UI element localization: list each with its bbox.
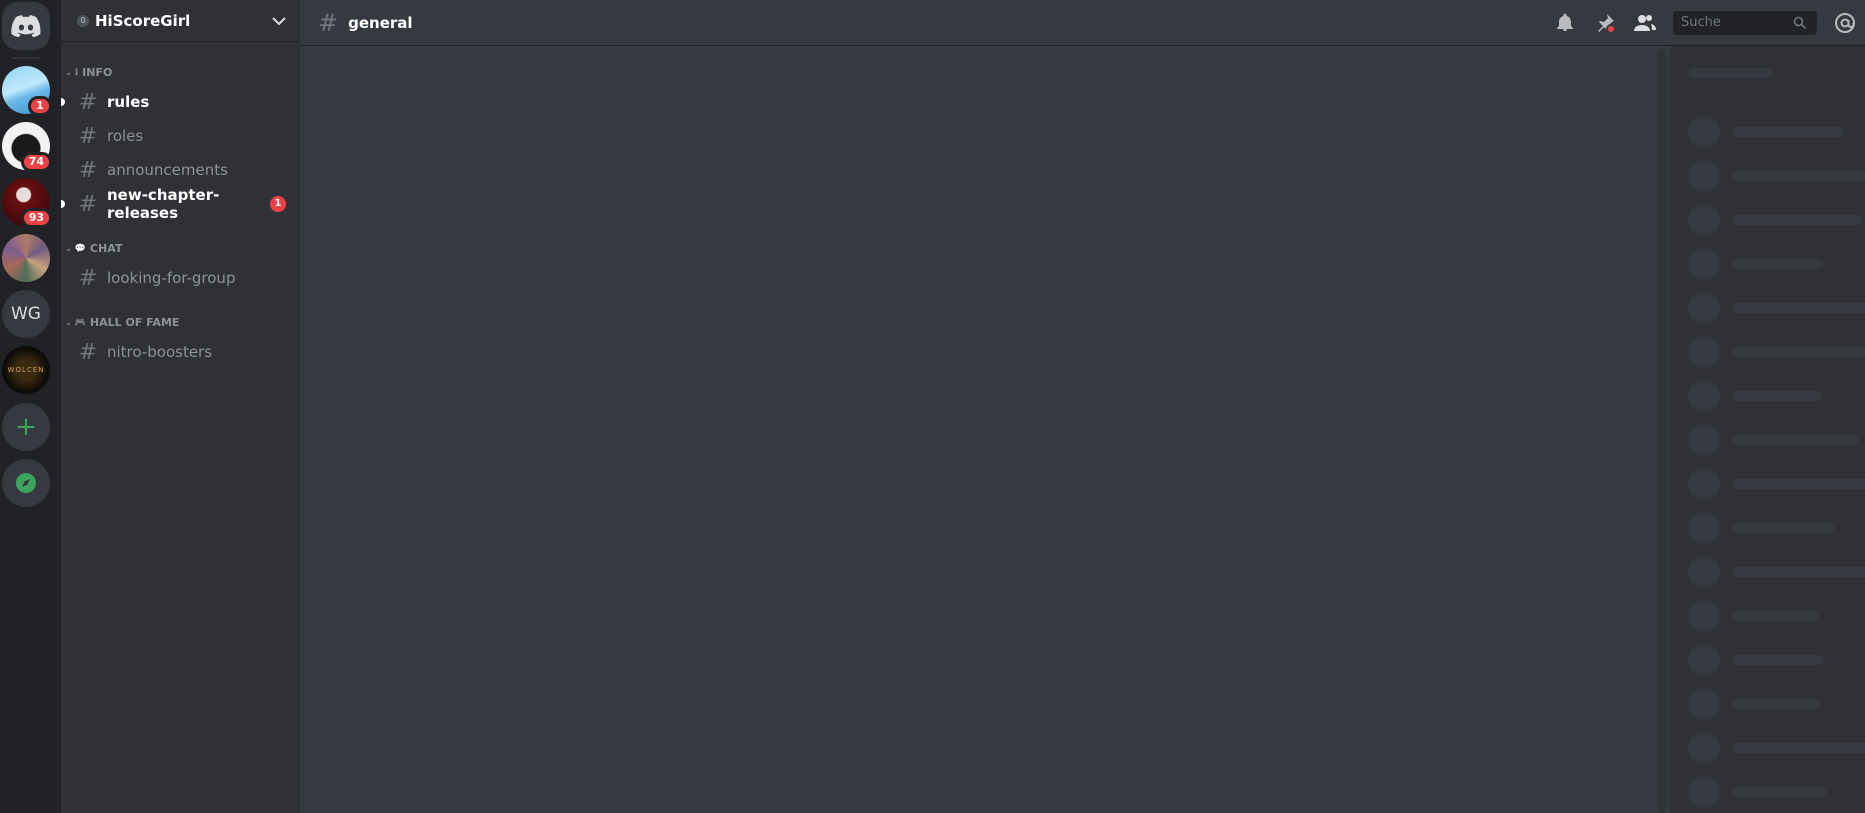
channel-name: nitro-boosters bbox=[107, 343, 213, 361]
gamepad-icon: 🎮 bbox=[74, 317, 86, 328]
member-placeholder bbox=[1688, 116, 1865, 148]
member-placeholder bbox=[1688, 424, 1865, 456]
rail-separator bbox=[12, 57, 40, 59]
channel-title: general bbox=[348, 13, 413, 32]
server-wolcen[interactable]: WOLCEN bbox=[2, 346, 50, 394]
channel-name: looking-for-group bbox=[107, 269, 236, 287]
member-list bbox=[1670, 46, 1865, 813]
search-input[interactable] bbox=[1679, 14, 1793, 31]
member-placeholder bbox=[1688, 732, 1865, 764]
guild-name: HiScoreGirl bbox=[95, 11, 191, 30]
plus-icon: + bbox=[15, 412, 37, 442]
server-3-badge: 93 bbox=[20, 208, 52, 228]
guild-header[interactable]: 0 HiScoreGirl bbox=[61, 0, 300, 42]
server-2-badge: 74 bbox=[20, 152, 52, 172]
pin-icon[interactable] bbox=[1593, 11, 1617, 35]
chevron-down-icon: ⌄ bbox=[65, 244, 72, 253]
speech-bubble-icon: 💬 bbox=[74, 243, 86, 254]
discord-logo-icon bbox=[11, 15, 41, 37]
category-label: CHAT bbox=[89, 242, 123, 255]
channel-sidebar: 0 HiScoreGirl ⌄ ℹ INFO # rules # roles #… bbox=[61, 0, 300, 813]
channel-name: roles bbox=[107, 127, 144, 145]
member-placeholder bbox=[1688, 292, 1865, 324]
info-icon: ℹ bbox=[74, 67, 79, 78]
mention-icon[interactable] bbox=[1833, 11, 1857, 35]
server-1[interactable]: 1 bbox=[2, 66, 52, 116]
category-label: HALL OF FAME bbox=[89, 316, 180, 329]
channel-name: rules bbox=[107, 93, 150, 111]
mention-badge: 1 bbox=[270, 196, 286, 212]
server-4-avatar bbox=[2, 234, 50, 282]
member-placeholder bbox=[1688, 380, 1865, 412]
category-label: INFO bbox=[82, 66, 113, 79]
hash-icon: # bbox=[78, 89, 98, 115]
add-server-button[interactable]: + bbox=[2, 403, 50, 451]
explore-servers-button[interactable] bbox=[2, 459, 50, 507]
member-group-placeholder bbox=[1688, 68, 1772, 78]
category-hall-of-fame[interactable]: ⌄ 🎮 HALL OF FAME bbox=[65, 316, 179, 329]
hash-icon: # bbox=[318, 8, 339, 37]
hash-icon: # bbox=[78, 191, 98, 217]
chevron-down-icon: ⌄ bbox=[65, 68, 72, 77]
chevron-down-icon bbox=[272, 16, 286, 25]
members-icon[interactable] bbox=[1633, 11, 1657, 35]
unread-indicator bbox=[61, 98, 65, 106]
hash-icon: # bbox=[78, 157, 98, 183]
server-wg[interactable]: WG bbox=[2, 290, 50, 338]
category-chat[interactable]: ⌄ 💬 CHAT bbox=[65, 242, 122, 255]
server-wolcen-logo: WOLCEN bbox=[2, 346, 50, 394]
server-2[interactable]: 74 bbox=[2, 122, 52, 172]
discord-app: 1 74 93 WG WOLCEN + 0 HiScoreGirl ⌄ ℹ IN… bbox=[0, 0, 1865, 813]
hash-icon: # bbox=[78, 339, 98, 365]
message-area bbox=[300, 46, 1659, 813]
home-button[interactable] bbox=[2, 2, 50, 50]
member-placeholder bbox=[1688, 512, 1865, 544]
chevron-down-icon: ⌄ bbox=[65, 318, 72, 327]
compass-icon bbox=[16, 473, 36, 493]
server-1-badge: 1 bbox=[28, 96, 52, 116]
hash-icon: # bbox=[78, 123, 98, 149]
hash-icon: # bbox=[78, 265, 98, 291]
boost-level-icon: 0 bbox=[77, 14, 89, 27]
channel-roles[interactable]: # roles bbox=[69, 120, 292, 152]
member-placeholder bbox=[1688, 204, 1865, 236]
member-placeholder bbox=[1688, 600, 1865, 632]
category-info[interactable]: ⌄ ℹ INFO bbox=[65, 66, 112, 79]
message-scrollbar[interactable] bbox=[1658, 49, 1666, 813]
search-box[interactable] bbox=[1673, 10, 1817, 35]
channel-announcements[interactable]: # announcements bbox=[69, 154, 292, 186]
channel-rules[interactable]: # rules bbox=[61, 86, 292, 118]
channel-new-chapter-releases[interactable]: # new-chapter-releases 1 bbox=[61, 186, 292, 222]
server-wg-label: WG bbox=[11, 304, 41, 324]
member-placeholder bbox=[1688, 468, 1865, 500]
server-3[interactable]: 93 bbox=[2, 178, 52, 228]
member-placeholder bbox=[1688, 248, 1865, 280]
bell-icon[interactable] bbox=[1553, 11, 1577, 35]
member-placeholder bbox=[1688, 688, 1865, 720]
channel-name: new-chapter-releases bbox=[107, 186, 220, 222]
search-icon bbox=[1793, 16, 1807, 29]
server-rail: 1 74 93 WG WOLCEN + bbox=[0, 0, 61, 813]
member-placeholder bbox=[1688, 644, 1865, 676]
member-placeholder bbox=[1688, 776, 1865, 808]
channel-header: # general bbox=[300, 0, 1865, 46]
member-placeholder bbox=[1688, 160, 1865, 192]
member-placeholder bbox=[1688, 556, 1865, 588]
server-4[interactable] bbox=[2, 234, 50, 282]
channel-looking-for-group[interactable]: # looking-for-group bbox=[69, 262, 292, 294]
channel-name: announcements bbox=[107, 161, 228, 179]
member-placeholder bbox=[1688, 336, 1865, 368]
unread-indicator bbox=[61, 200, 65, 208]
channel-nitro-boosters[interactable]: # nitro-boosters bbox=[69, 336, 292, 368]
